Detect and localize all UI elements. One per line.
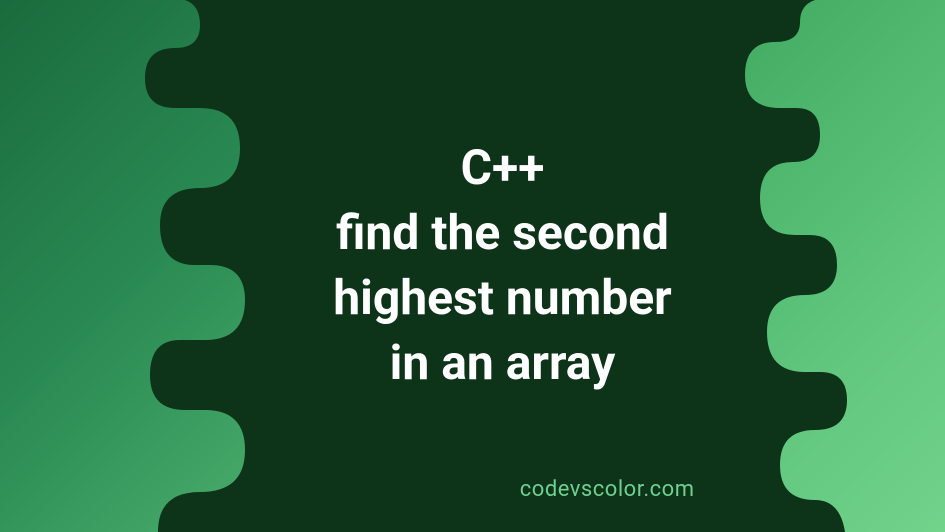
banner-title: C++ find the second highest number in an…	[333, 136, 672, 395]
banner-canvas: C++ find the second highest number in an…	[0, 0, 945, 532]
title-line-4: in an array	[333, 331, 672, 396]
content-area: C++ find the second highest number in an…	[0, 0, 945, 532]
title-line-1: C++	[333, 136, 672, 201]
title-line-3: highest number	[333, 266, 672, 331]
site-attribution: codevscolor.com	[520, 477, 695, 502]
title-line-2: find the second	[333, 201, 672, 266]
